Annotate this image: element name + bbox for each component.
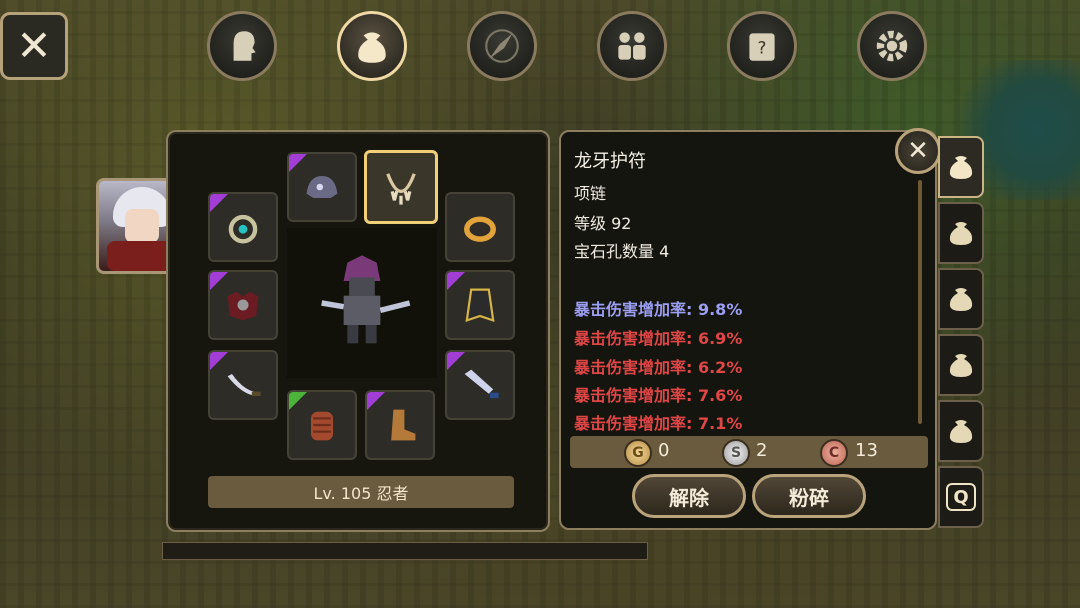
item-stat: 暴击伤害增加率: 6.2% <box>574 358 743 377</box>
head-icon <box>233 31 256 61</box>
tab-character[interactable] <box>207 11 277 81</box>
slot-gloves[interactable] <box>287 390 357 460</box>
necklace-icon <box>386 173 416 205</box>
item-info-scrollbar[interactable] <box>918 180 922 424</box>
gear-icon <box>876 30 908 62</box>
slot-cape[interactable] <box>445 270 515 340</box>
bag-tab-2[interactable] <box>938 202 984 264</box>
tab-quest[interactable]: ? <box>727 11 797 81</box>
svg-text:?: ? <box>758 37 767 57</box>
item-stat: 暴击伤害增加率: 7.6% <box>574 386 743 405</box>
bag-tab-4[interactable] <box>938 334 984 396</box>
bag-icon <box>949 420 973 443</box>
slot-ring-right[interactable] <box>445 192 515 262</box>
item-stat: 暴击伤害增加率: 7.1% <box>574 414 743 433</box>
slot-armor[interactable] <box>208 270 278 340</box>
character-model <box>287 228 437 378</box>
slot-offhand[interactable] <box>208 350 278 420</box>
quest-scroll-icon: ? <box>749 33 775 61</box>
bag-icon <box>358 32 386 63</box>
copper-coin-icon: C <box>820 439 848 467</box>
item-level: 等级 92 <box>574 214 632 233</box>
bag-icon <box>949 288 973 311</box>
close-menu-button[interactable]: ✕ <box>0 12 68 80</box>
gold-coin-icon: G <box>624 439 652 467</box>
tab-settings[interactable] <box>857 11 927 81</box>
ninja-sprite-icon <box>321 255 411 344</box>
item-stat: 暴击伤害增加率: 6.9% <box>574 329 743 348</box>
item-name: 龙牙护符 <box>574 151 646 172</box>
ring-icon <box>464 216 496 242</box>
close-item-info-button[interactable]: ✕ <box>895 128 941 174</box>
slot-boots[interactable] <box>365 390 435 460</box>
close-icon: ✕ <box>16 21 52 70</box>
bag-tab-1[interactable] <box>938 136 984 198</box>
item-stat: 暴击伤害增加率: 9.8% <box>574 300 743 319</box>
level-class-label: Lv. 105 忍者 <box>208 476 514 508</box>
slot-ring-left[interactable] <box>208 192 278 262</box>
bag-tab-3[interactable] <box>938 268 984 330</box>
silver-coin-icon: S <box>722 439 750 467</box>
compass-icon <box>485 29 519 63</box>
slot-necklace[interactable] <box>364 150 438 224</box>
tab-bag[interactable] <box>337 11 407 81</box>
item-type: 项链 <box>574 184 607 203</box>
bag-icon <box>949 354 973 377</box>
unequip-button[interactable]: 解除 <box>632 474 746 518</box>
party-icon <box>618 32 646 60</box>
bag-icon <box>949 156 973 179</box>
quest-bag-icon: Q <box>946 483 976 511</box>
slot-main-weapon[interactable] <box>445 350 515 420</box>
item-sockets: 宝石孔数量 4 <box>574 242 670 261</box>
silver-amount: 2 <box>756 440 768 461</box>
smash-button[interactable]: 粉碎 <box>752 474 866 518</box>
tab-party[interactable] <box>597 11 667 81</box>
slot-helmet[interactable] <box>287 152 357 222</box>
bottom-status-bar <box>162 542 648 560</box>
bag-tab-5[interactable] <box>938 400 984 462</box>
gold-amount: 0 <box>658 440 670 461</box>
tab-map[interactable] <box>467 11 537 81</box>
bag-icon <box>949 222 973 245</box>
copper-amount: 13 <box>855 440 878 461</box>
close-icon: ✕ <box>907 136 929 166</box>
bag-tab-quest[interactable]: Q <box>938 466 984 528</box>
